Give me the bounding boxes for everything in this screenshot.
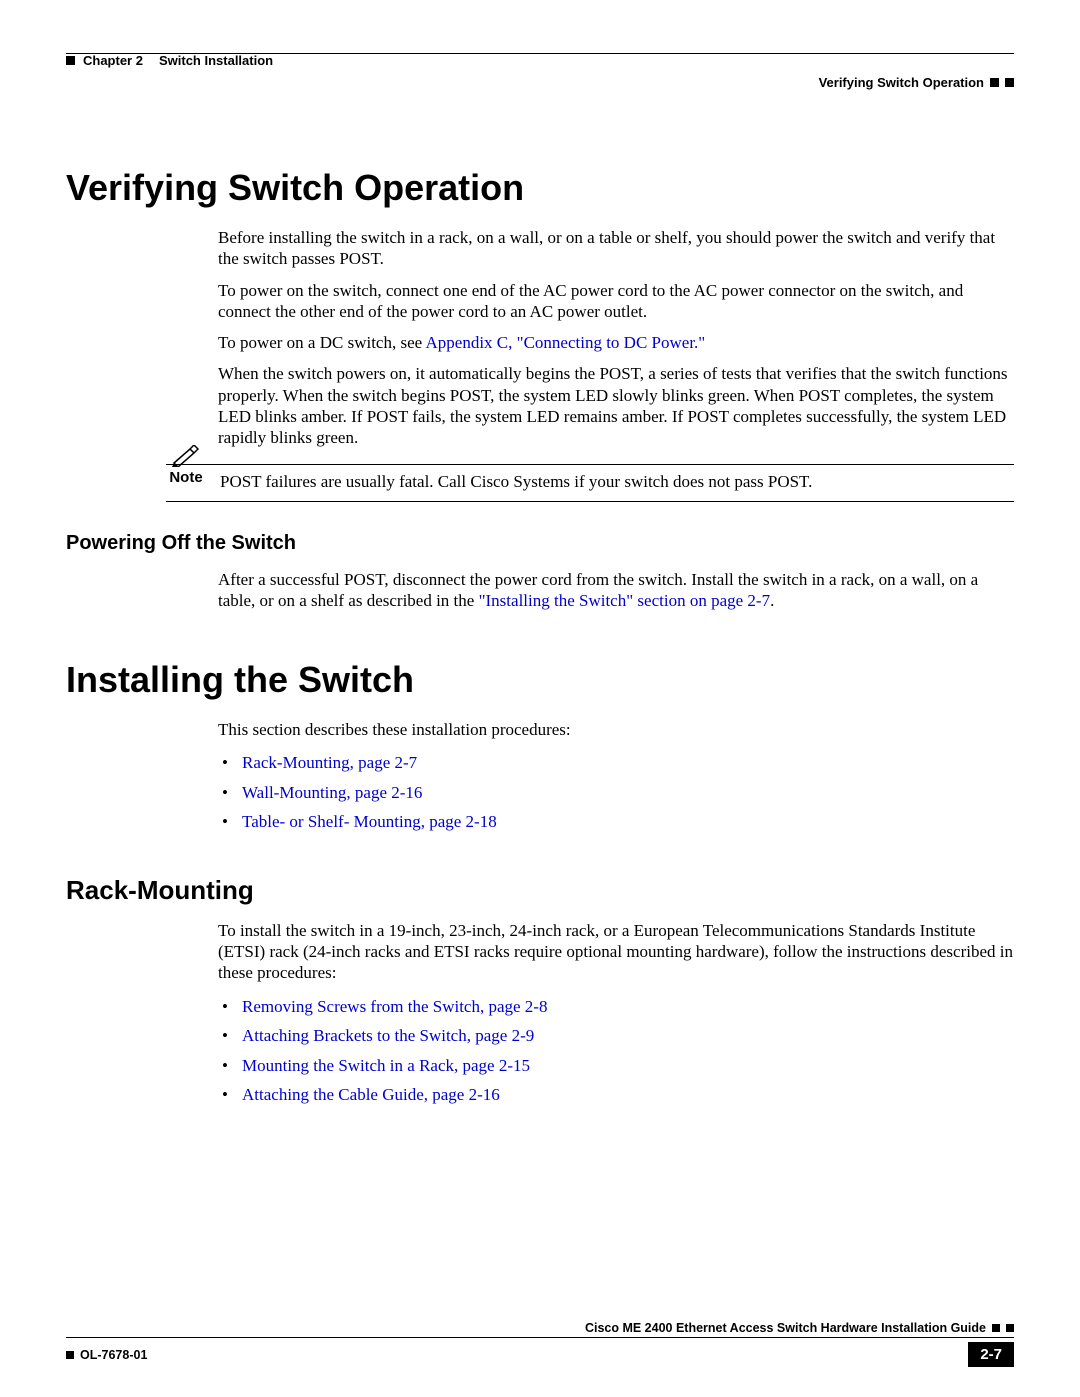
- heading-rack-mounting: Rack-Mounting: [66, 875, 1014, 906]
- note-block: Note POST failures are usually fatal. Ca…: [166, 464, 1014, 501]
- body-section: This section describes these installatio…: [218, 719, 1014, 835]
- header-square-icon: [1005, 78, 1014, 87]
- body-section: After a successful POST, disconnect the …: [218, 569, 1014, 612]
- link-attaching-brackets[interactable]: Attaching Brackets to the Switch, page 2…: [242, 1026, 534, 1045]
- list-item: Wall-Mounting, page 2-16: [218, 780, 1014, 806]
- footer-square-icon: [66, 1351, 74, 1359]
- page-footer: Cisco ME 2400 Ethernet Access Switch Har…: [66, 1337, 1014, 1367]
- link-rack-mounting[interactable]: Rack-Mounting, page 2-7: [242, 753, 417, 772]
- header-square-icon: [66, 56, 75, 65]
- footer-rule: [66, 1337, 1014, 1338]
- list-item: Table- or Shelf- Mounting, page 2-18: [218, 809, 1014, 835]
- footer-guide-title: Cisco ME 2400 Ethernet Access Switch Har…: [585, 1321, 986, 1335]
- footer-square-icon: [1006, 1324, 1014, 1332]
- note-text: POST failures are usually fatal. Call Ci…: [220, 471, 1014, 492]
- paragraph: Before installing the switch in a rack, …: [218, 227, 1014, 270]
- list-item: Rack-Mounting, page 2-7: [218, 750, 1014, 776]
- footer-doc-block: OL-7678-01: [66, 1348, 147, 1362]
- link-mounting-rack[interactable]: Mounting the Switch in a Rack, page 2-15: [242, 1056, 530, 1075]
- text-span: To power on a DC switch, see: [218, 333, 426, 352]
- heading-verifying-switch-operation: Verifying Switch Operation: [66, 167, 1014, 209]
- rack-link-list: Removing Screws from the Switch, page 2-…: [218, 994, 1014, 1108]
- paragraph: This section describes these installatio…: [218, 719, 1014, 740]
- header-chapter-title: Switch Installation: [159, 53, 273, 68]
- body-section: To install the switch in a 19-inch, 23-i…: [218, 920, 1014, 1108]
- heading-powering-off: Powering Off the Switch: [66, 532, 1014, 555]
- pencil-icon: [172, 445, 200, 467]
- link-attaching-cable-guide[interactable]: Attaching the Cable Guide, page 2-16: [242, 1085, 500, 1104]
- header-square-icon: [990, 78, 999, 87]
- page-number: 2-7: [968, 1342, 1014, 1367]
- paragraph: To install the switch in a 19-inch, 23-i…: [218, 920, 1014, 984]
- footer-square-icon: [992, 1324, 1000, 1332]
- footer-bottom-row: OL-7678-01 2-7: [66, 1342, 1014, 1367]
- list-item: Attaching Brackets to the Switch, page 2…: [218, 1023, 1014, 1049]
- paragraph: To power on a DC switch, see Appendix C,…: [218, 332, 1014, 353]
- paragraph: After a successful POST, disconnect the …: [218, 569, 1014, 612]
- footer-guide-title-row: Cisco ME 2400 Ethernet Access Switch Har…: [66, 1321, 1014, 1335]
- note-icon-column: Note: [166, 445, 206, 486]
- page-container: Chapter 2 Switch Installation Verifying …: [0, 0, 1080, 1397]
- text-span: .: [770, 591, 774, 610]
- link-installing-switch[interactable]: "Installing the Switch" section on page …: [479, 591, 771, 610]
- link-removing-screws[interactable]: Removing Screws from the Switch, page 2-…: [242, 997, 547, 1016]
- note-label: Note: [169, 469, 202, 486]
- footer-doc-number: OL-7678-01: [80, 1348, 147, 1362]
- heading-installing-switch: Installing the Switch: [66, 659, 1014, 701]
- list-item: Attaching the Cable Guide, page 2-16: [218, 1082, 1014, 1108]
- list-item: Mounting the Switch in a Rack, page 2-15: [218, 1053, 1014, 1079]
- paragraph: When the switch powers on, it automatica…: [218, 363, 1014, 448]
- body-section: Before installing the switch in a rack, …: [218, 227, 1014, 448]
- paragraph: To power on the switch, connect one end …: [218, 280, 1014, 323]
- header-section-block: Verifying Switch Operation: [819, 75, 1014, 90]
- link-wall-mounting[interactable]: Wall-Mounting, page 2-16: [242, 783, 422, 802]
- page-header: Chapter 2 Switch Installation Verifying …: [66, 53, 1014, 103]
- header-chapter-label: Chapter 2: [83, 53, 143, 68]
- link-table-shelf-mounting[interactable]: Table- or Shelf- Mounting, page 2-18: [242, 812, 497, 831]
- install-link-list: Rack-Mounting, page 2-7 Wall-Mounting, p…: [218, 750, 1014, 835]
- list-item: Removing Screws from the Switch, page 2-…: [218, 994, 1014, 1020]
- header-section-title: Verifying Switch Operation: [819, 75, 984, 90]
- header-chapter-block: Chapter 2 Switch Installation: [66, 53, 273, 68]
- link-appendix-c[interactable]: Appendix C, "Connecting to DC Power.": [426, 333, 706, 352]
